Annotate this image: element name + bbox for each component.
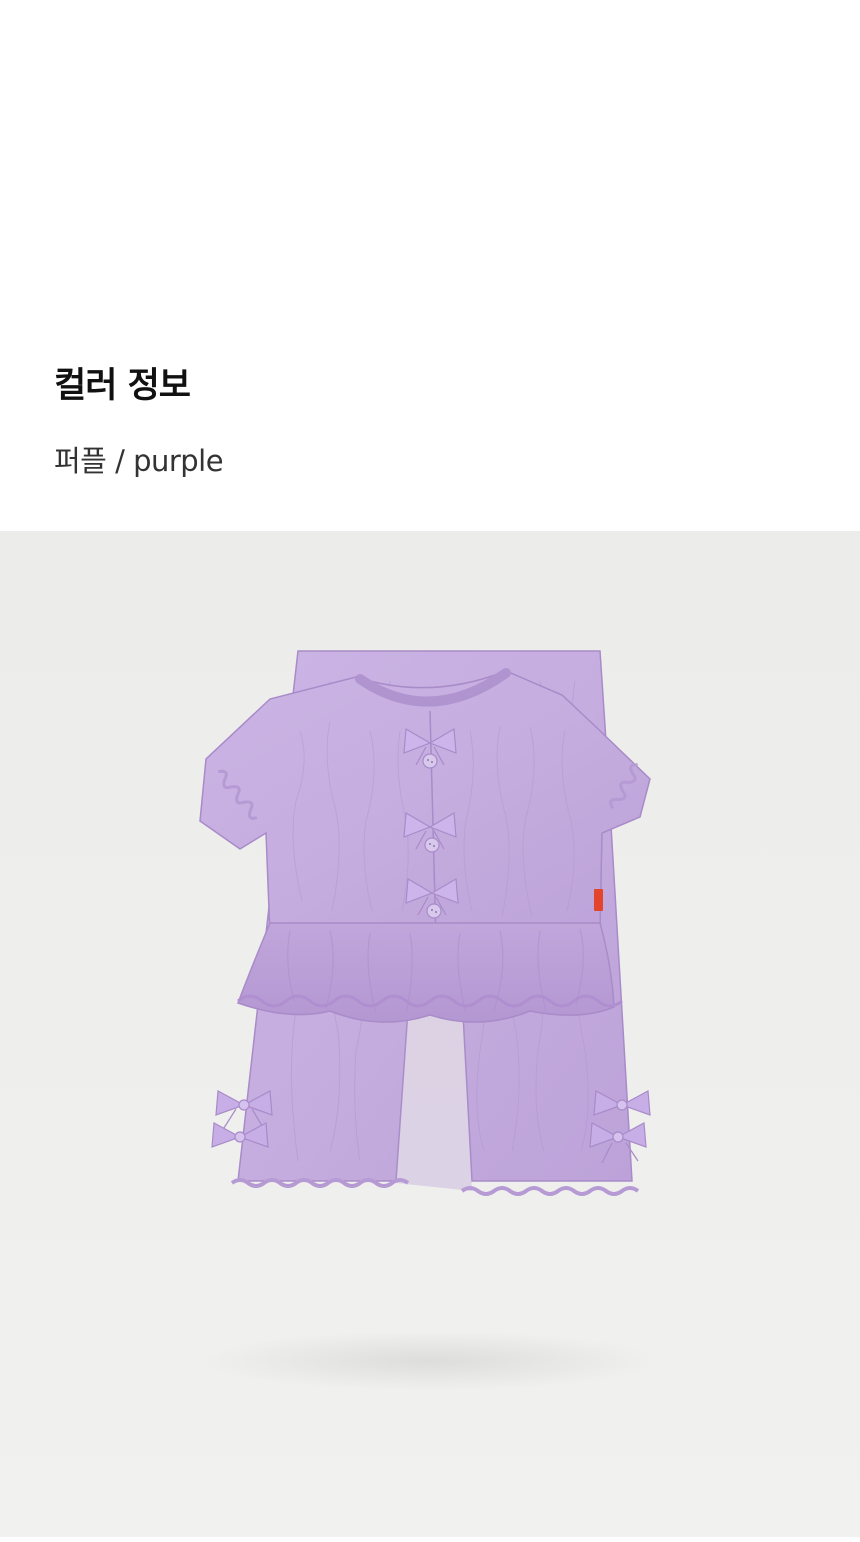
floor-shadow xyxy=(200,1331,660,1391)
product-photo xyxy=(0,531,860,1537)
outfit-illustration xyxy=(199,650,660,1391)
color-name: 퍼플 / purple xyxy=(54,444,224,478)
bottom-spacer xyxy=(0,1537,860,1542)
brand-tag xyxy=(594,889,603,911)
color-info-section: 컬러 정보 퍼플 / purple xyxy=(0,0,860,531)
section-title: 컬러 정보 xyxy=(54,366,191,406)
